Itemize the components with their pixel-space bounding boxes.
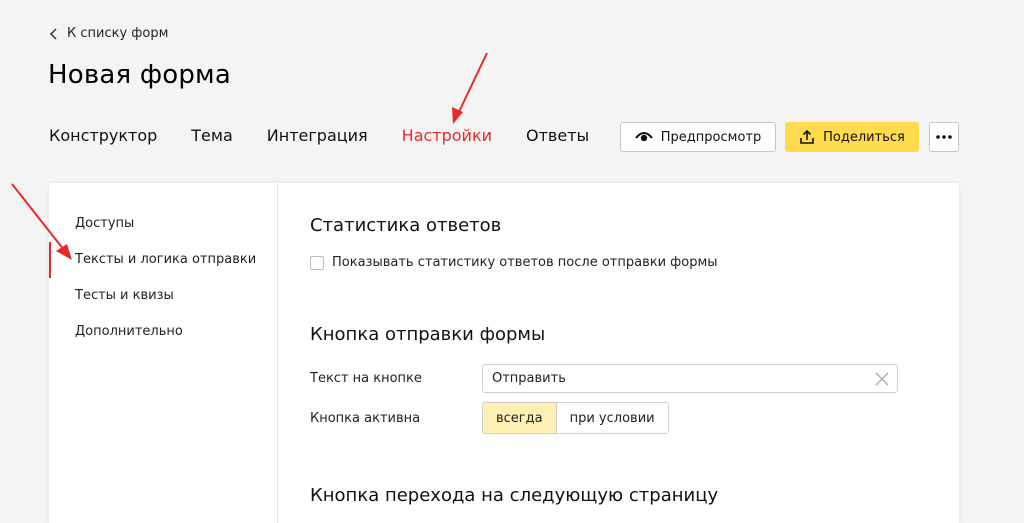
tab-theme[interactable]: Тема (191, 126, 233, 145)
sidebar-item-access[interactable]: Доступы (75, 216, 134, 231)
button-text-input[interactable]: Отправить (482, 364, 898, 393)
button-text-label: Текст на кнопке (310, 371, 422, 386)
more-options-button[interactable] (929, 122, 959, 152)
button-active-label: Кнопка активна (310, 411, 421, 426)
eye-icon (634, 132, 653, 142)
submit-section-title: Кнопка отправки формы (310, 324, 546, 345)
settings-card: Доступы Тексты и логика отправки Тесты и… (49, 183, 959, 523)
option-always[interactable]: всегда (483, 403, 556, 433)
next-page-section-title: Кнопка перехода на следующую страницу (310, 485, 719, 506)
tab-integration[interactable]: Интеграция (267, 126, 368, 145)
button-text-value[interactable]: Отправить (492, 371, 566, 386)
settings-sidebar: Доступы Тексты и логика отправки Тесты и… (49, 183, 278, 523)
show-stats-label[interactable]: Показывать статистику ответов после отпр… (332, 255, 718, 270)
share-button-label: Поделиться (823, 129, 905, 145)
show-stats-row: Показывать статистику ответов после отпр… (310, 255, 718, 270)
sidebar-item-texts-logic[interactable]: Тексты и логика отправки (75, 252, 256, 267)
chevron-left-icon (49, 27, 57, 40)
share-button[interactable]: Поделиться (785, 122, 919, 152)
tab-settings[interactable]: Настройки (402, 126, 492, 145)
preview-button-label: Предпросмотр (660, 129, 762, 145)
annotation-arrow-settings (452, 52, 488, 124)
share-upload-icon (800, 129, 814, 144)
page-title: Новая форма (48, 60, 232, 90)
tab-bar: Конструктор Тема Интеграция Настройки От… (49, 126, 623, 145)
option-on-condition[interactable]: при условии (555, 403, 668, 433)
button-active-toggle: всегда при условии (482, 402, 669, 434)
preview-button[interactable]: Предпросмотр (620, 122, 776, 152)
show-stats-checkbox[interactable] (310, 255, 324, 270)
back-to-forms-link[interactable]: К списку форм (49, 26, 168, 41)
back-link-label: К списку форм (67, 26, 169, 41)
tab-constructor[interactable]: Конструктор (49, 126, 157, 145)
active-item-marker (49, 242, 51, 278)
sidebar-item-additional[interactable]: Дополнительно (75, 324, 183, 339)
settings-content: Статистика ответов Показывать статистику… (310, 183, 959, 523)
more-dots-icon (936, 135, 952, 139)
tab-answers[interactable]: Ответы (526, 126, 589, 145)
stats-section-title: Статистика ответов (310, 215, 502, 236)
clear-icon[interactable] (875, 372, 889, 386)
sidebar-item-tests-quizzes[interactable]: Тесты и квизы (75, 288, 174, 303)
